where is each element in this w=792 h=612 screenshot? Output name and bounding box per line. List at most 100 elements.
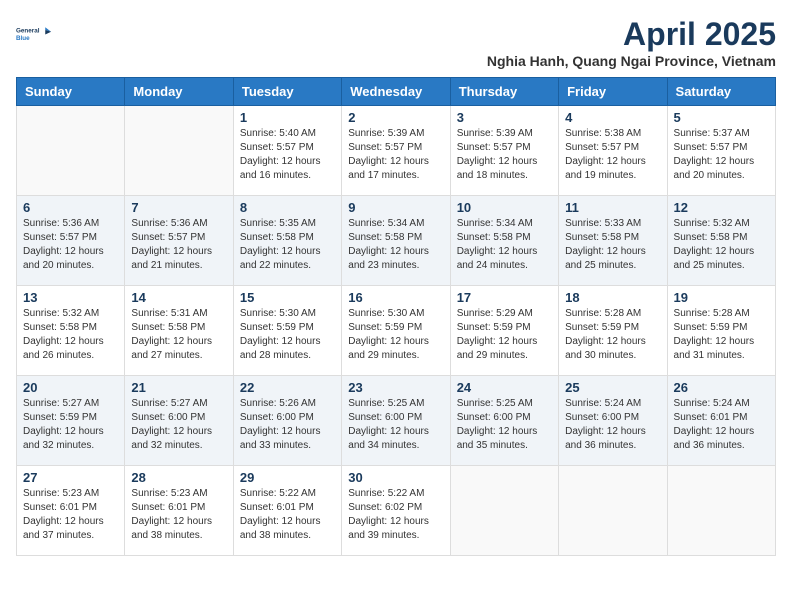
day-info: Sunrise: 5:30 AM Sunset: 5:59 PM Dayligh… (240, 307, 335, 363)
day-info: Sunrise: 5:22 AM Sunset: 6:01 PM Dayligh… (240, 487, 335, 543)
table-row: 18Sunrise: 5:28 AM Sunset: 5:59 PM Dayli… (559, 286, 667, 376)
day-number: 29 (240, 470, 335, 485)
title-block: April 2025 Nghia Hanh, Quang Ngai Provin… (487, 16, 776, 69)
svg-text:Blue: Blue (16, 35, 30, 42)
day-info: Sunrise: 5:28 AM Sunset: 5:59 PM Dayligh… (674, 307, 769, 363)
day-number: 19 (674, 290, 769, 305)
day-number: 24 (457, 380, 552, 395)
day-number: 16 (348, 290, 443, 305)
day-number: 1 (240, 110, 335, 125)
table-row: 12Sunrise: 5:32 AM Sunset: 5:58 PM Dayli… (667, 196, 775, 286)
day-info: Sunrise: 5:32 AM Sunset: 5:58 PM Dayligh… (674, 217, 769, 273)
header-tuesday: Tuesday (233, 78, 341, 106)
day-number: 20 (23, 380, 118, 395)
calendar-week-3: 13 Sunrise: 5:32 AM Sunset: 5:58 PM Dayli… (17, 286, 776, 376)
day-info: Sunrise: 5:24 AM Sunset: 6:01 PM Dayligh… (674, 397, 769, 453)
day-info: Sunrise: 5:39 AM Sunset: 5:57 PM Dayligh… (348, 127, 443, 183)
table-row: 5 Sunrise: 5:37 AM Sunset: 5:57 PM Daylig… (667, 106, 775, 196)
table-row (667, 466, 775, 556)
day-number: 27 (23, 470, 118, 485)
day-number: 6 (23, 200, 118, 215)
day-number: 9 (348, 200, 443, 215)
day-info: Sunrise: 5:36 AM Sunset: 5:57 PM Dayligh… (23, 217, 118, 273)
table-row: 17 Sunrise: 5:29 AM Sunset: 5:59 PM Dayli… (450, 286, 558, 376)
header-friday: Friday (559, 78, 667, 106)
day-number: 25 (565, 380, 660, 395)
day-number: 10 (457, 200, 552, 215)
day-info: Sunrise: 5:39 AM Sunset: 5:57 PM Dayligh… (457, 127, 552, 183)
table-row: 8 Sunrise: 5:35 AM Sunset: 5:58 PM Daylig… (233, 196, 341, 286)
table-row (559, 466, 667, 556)
table-row: 23 Sunrise: 5:25 AM Sunset: 6:00 PM Dayli… (342, 376, 450, 466)
table-row: 16 Sunrise: 5:30 AM Sunset: 5:59 PM Dayli… (342, 286, 450, 376)
header-monday: Monday (125, 78, 233, 106)
table-row: 22 Sunrise: 5:26 AM Sunset: 6:00 PM Dayli… (233, 376, 341, 466)
table-row: 10 Sunrise: 5:34 AM Sunset: 5:58 PM Dayli… (450, 196, 558, 286)
day-info: Sunrise: 5:36 AM Sunset: 5:57 PM Dayligh… (131, 217, 226, 273)
table-row: 27 Sunrise: 5:23 AM Sunset: 6:01 PM Dayli… (17, 466, 125, 556)
day-number: 18 (565, 290, 660, 305)
day-info: Sunrise: 5:27 AM Sunset: 5:59 PM Dayligh… (23, 397, 118, 453)
logo: GeneralBlue (16, 16, 52, 52)
day-number: 2 (348, 110, 443, 125)
table-row (125, 106, 233, 196)
day-number: 17 (457, 290, 552, 305)
calendar-week-1: 1 Sunrise: 5:40 AM Sunset: 5:57 PM Daylig… (17, 106, 776, 196)
calendar-week-5: 27 Sunrise: 5:23 AM Sunset: 6:01 PM Dayli… (17, 466, 776, 556)
header-wednesday: Wednesday (342, 78, 450, 106)
day-number: 3 (457, 110, 552, 125)
day-number: 30 (348, 470, 443, 485)
day-number: 26 (674, 380, 769, 395)
table-row: 25 Sunrise: 5:24 AM Sunset: 6:00 PM Dayli… (559, 376, 667, 466)
day-info: Sunrise: 5:33 AM Sunset: 5:58 PM Dayligh… (565, 217, 660, 273)
table-row (17, 106, 125, 196)
table-row: 13 Sunrise: 5:32 AM Sunset: 5:58 PM Dayli… (17, 286, 125, 376)
table-row: 9 Sunrise: 5:34 AM Sunset: 5:58 PM Daylig… (342, 196, 450, 286)
day-info: Sunrise: 5:25 AM Sunset: 6:00 PM Dayligh… (457, 397, 552, 453)
table-row: 3 Sunrise: 5:39 AM Sunset: 5:57 PM Daylig… (450, 106, 558, 196)
table-row: 30Sunrise: 5:22 AM Sunset: 6:02 PM Dayli… (342, 466, 450, 556)
day-number: 4 (565, 110, 660, 125)
calendar-week-2: 6 Sunrise: 5:36 AM Sunset: 5:57 PM Daylig… (17, 196, 776, 286)
day-info: Sunrise: 5:24 AM Sunset: 6:00 PM Dayligh… (565, 397, 660, 453)
day-info: Sunrise: 5:30 AM Sunset: 5:59 PM Dayligh… (348, 307, 443, 363)
table-row (450, 466, 558, 556)
day-info: Sunrise: 5:38 AM Sunset: 5:57 PM Dayligh… (565, 127, 660, 183)
day-info: Sunrise: 5:27 AM Sunset: 6:00 PM Dayligh… (131, 397, 226, 453)
day-info: Sunrise: 5:25 AM Sunset: 6:00 PM Dayligh… (348, 397, 443, 453)
day-number: 28 (131, 470, 226, 485)
day-number: 8 (240, 200, 335, 215)
day-info: Sunrise: 5:40 AM Sunset: 5:57 PM Dayligh… (240, 127, 335, 183)
table-row: 2 Sunrise: 5:39 AM Sunset: 5:57 PM Daylig… (342, 106, 450, 196)
day-info: Sunrise: 5:32 AM Sunset: 5:58 PM Dayligh… (23, 307, 118, 363)
table-row: 15Sunrise: 5:30 AM Sunset: 5:59 PM Dayli… (233, 286, 341, 376)
day-info: Sunrise: 5:35 AM Sunset: 5:58 PM Dayligh… (240, 217, 335, 273)
table-row: 26 Sunrise: 5:24 AM Sunset: 6:01 PM Dayli… (667, 376, 775, 466)
day-number: 22 (240, 380, 335, 395)
day-info: Sunrise: 5:31 AM Sunset: 5:58 PM Dayligh… (131, 307, 226, 363)
calendar-table: Sunday Monday Tuesday Wednesday Thursday… (16, 77, 776, 556)
day-number: 5 (674, 110, 769, 125)
table-row: 14Sunrise: 5:31 AM Sunset: 5:58 PM Dayli… (125, 286, 233, 376)
day-number: 13 (23, 290, 118, 305)
day-number: 23 (348, 380, 443, 395)
svg-text:General: General (16, 28, 40, 35)
day-info: Sunrise: 5:34 AM Sunset: 5:58 PM Dayligh… (348, 217, 443, 273)
table-row: 20 Sunrise: 5:27 AM Sunset: 5:59 PM Dayli… (17, 376, 125, 466)
day-info: Sunrise: 5:29 AM Sunset: 5:59 PM Dayligh… (457, 307, 552, 363)
table-row: 4 Sunrise: 5:38 AM Sunset: 5:57 PM Daylig… (559, 106, 667, 196)
day-number: 7 (131, 200, 226, 215)
location-subtitle: Nghia Hanh, Quang Ngai Province, Vietnam (487, 53, 776, 69)
day-info: Sunrise: 5:26 AM Sunset: 6:00 PM Dayligh… (240, 397, 335, 453)
table-row: 7 Sunrise: 5:36 AM Sunset: 5:57 PM Daylig… (125, 196, 233, 286)
logo-icon: GeneralBlue (16, 16, 52, 52)
table-row: 21Sunrise: 5:27 AM Sunset: 6:00 PM Dayli… (125, 376, 233, 466)
header-sunday: Sunday (17, 78, 125, 106)
day-info: Sunrise: 5:34 AM Sunset: 5:58 PM Dayligh… (457, 217, 552, 273)
header-saturday: Saturday (667, 78, 775, 106)
day-info: Sunrise: 5:23 AM Sunset: 6:01 PM Dayligh… (131, 487, 226, 543)
day-info: Sunrise: 5:37 AM Sunset: 5:57 PM Dayligh… (674, 127, 769, 183)
page-header: GeneralBlue April 2025 Nghia Hanh, Quang… (16, 16, 776, 69)
day-info: Sunrise: 5:23 AM Sunset: 6:01 PM Dayligh… (23, 487, 118, 543)
day-number: 11 (565, 200, 660, 215)
